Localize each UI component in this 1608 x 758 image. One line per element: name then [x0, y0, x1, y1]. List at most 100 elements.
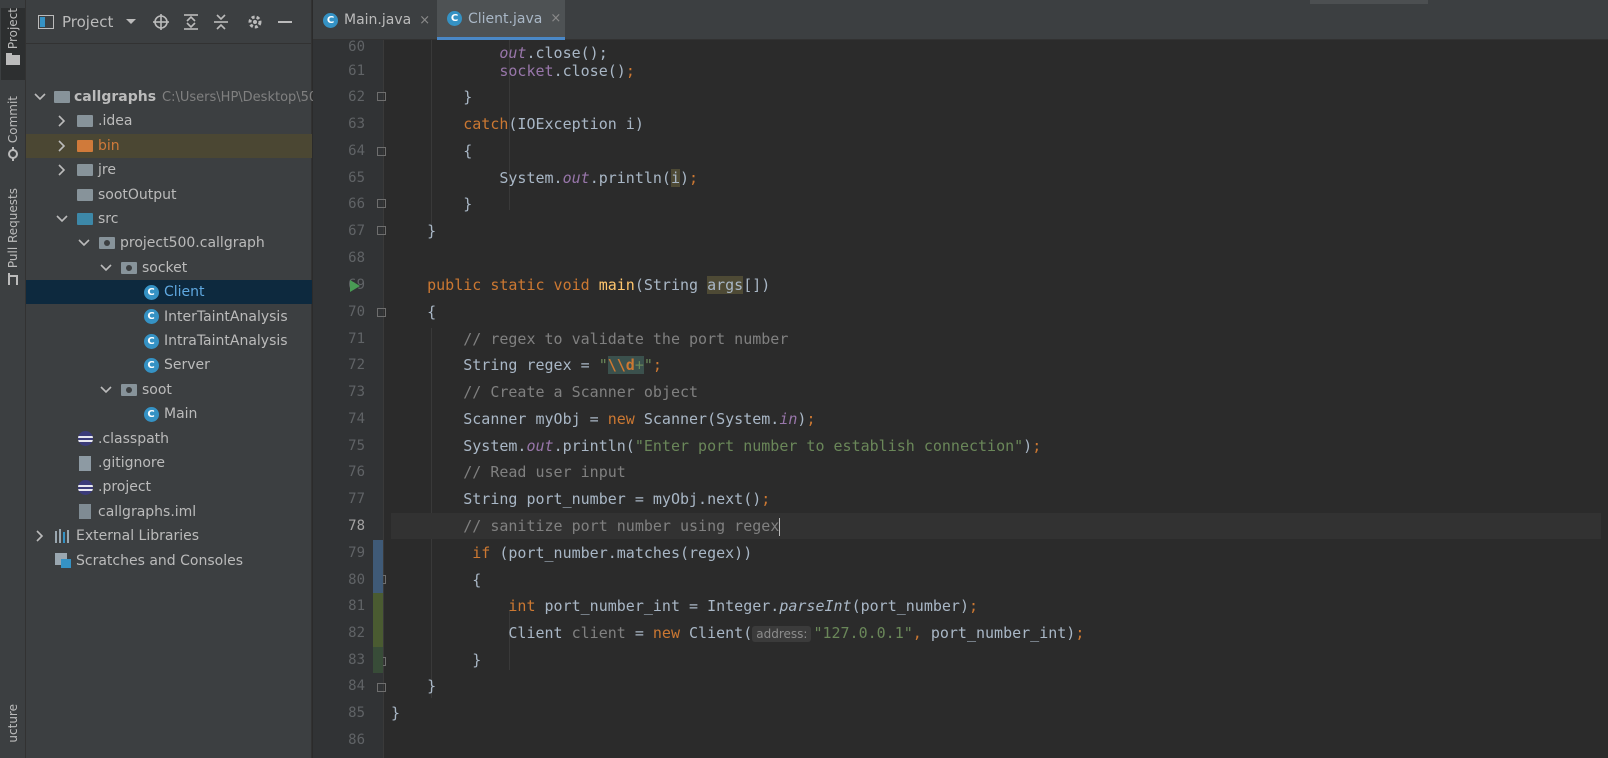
- tree-item-intrataintanalysis[interactable]: C IntraTaintAnalysis: [26, 329, 312, 353]
- vcs-modified-marker[interactable]: [373, 540, 383, 593]
- tree-item-label: src: [98, 211, 119, 227]
- tree-item-src[interactable]: src: [26, 207, 312, 231]
- code-line-71: // regex to validate the port number: [463, 330, 789, 348]
- tree-item-classpath[interactable]: .classpath: [26, 427, 312, 451]
- chevron-down-icon[interactable]: [100, 386, 112, 394]
- line-number: 80: [348, 572, 365, 588]
- scratches-icon: [54, 553, 72, 569]
- search-field-edge: [1310, 0, 1428, 4]
- line-number: 68: [348, 250, 365, 266]
- class-icon: C: [142, 284, 160, 300]
- tree-item-external-libraries[interactable]: External Libraries: [26, 524, 312, 548]
- collapse-all-icon[interactable]: [213, 13, 229, 30]
- pull-requests-tool-tab[interactable]: Pull Requests: [1, 188, 25, 288]
- code-line-64: {: [463, 142, 473, 160]
- vcs-changed-marker[interactable]: [373, 593, 383, 647]
- fold-marker[interactable]: [377, 308, 386, 317]
- chevron-right-icon[interactable]: [56, 115, 68, 127]
- project-panel-title[interactable]: Project: [62, 13, 113, 31]
- vcs-added-marker[interactable]: [373, 647, 383, 673]
- line-number: 67: [348, 223, 365, 239]
- class-icon: C: [447, 11, 462, 26]
- tab-client-java[interactable]: C Client.java ×: [437, 0, 565, 40]
- minimize-icon[interactable]: [277, 14, 293, 30]
- code-line-82: Client client = new Client(address: "127.…: [508, 624, 1085, 642]
- code-line-84: }: [427, 677, 437, 695]
- folder-orange-icon: [76, 138, 94, 154]
- tree-item-socket[interactable]: socket: [26, 256, 312, 280]
- tree-item-soot[interactable]: soot: [26, 378, 312, 402]
- chevron-down-icon[interactable]: [123, 14, 139, 30]
- line-number: 79: [348, 545, 365, 561]
- chevron-down-icon[interactable]: [100, 264, 112, 272]
- line-number: 72: [348, 357, 365, 373]
- line-number: 66: [348, 196, 365, 212]
- commit-tool-tab[interactable]: Commit: [1, 96, 25, 166]
- tree-item-label: Client: [164, 284, 205, 301]
- code-line-74: Scanner myObj = new Scanner(System.in);: [463, 410, 816, 428]
- code-line-63: catch(IOException i): [463, 115, 644, 133]
- tree-item-label: External Libraries: [76, 528, 199, 545]
- code-line-72: String regex = "\\d+";: [463, 356, 662, 374]
- fold-marker[interactable]: [377, 147, 386, 156]
- chevron-right-icon[interactable]: [56, 164, 68, 176]
- chevron-down-icon[interactable]: [56, 215, 68, 223]
- tree-item-idea[interactable]: .idea: [26, 109, 312, 133]
- expand-all-icon[interactable]: [183, 13, 199, 30]
- text-caret: [779, 517, 781, 536]
- structure-tool-tab[interactable]: ucture: [1, 704, 25, 758]
- module-file-icon: [76, 504, 94, 520]
- package-icon: [98, 235, 116, 251]
- chevron-right-icon[interactable]: [56, 140, 68, 152]
- close-icon[interactable]: ×: [550, 11, 561, 26]
- line-number: 84: [348, 678, 365, 694]
- tree-item-label: Server: [164, 357, 210, 374]
- code-line-78: // sanitize port number using regex: [391, 513, 1601, 539]
- code-line-77: String port_number = myObj.next();: [463, 490, 771, 508]
- tree-item-sootoutput[interactable]: sootOutput: [26, 183, 312, 207]
- commit-tool-label: Commit: [6, 96, 20, 144]
- fold-marker[interactable]: [377, 226, 386, 235]
- tree-item-bin[interactable]: bin: [26, 133, 312, 158]
- fold-marker[interactable]: [377, 683, 386, 692]
- class-icon: C: [323, 12, 338, 28]
- tree-item-label: callgraphs.iml: [98, 503, 197, 520]
- code-editor[interactable]: 60 61 62 63 64 65 66 67 68 69 70 71 72 73 74 75 76 77 78 79…: [313, 40, 1608, 758]
- tree-item-project500-callgraph[interactable]: project500.callgraph: [26, 231, 312, 255]
- tree-item-callgraphs-iml[interactable]: callgraphs.iml: [26, 500, 312, 524]
- tree-item-label: jre: [98, 162, 116, 179]
- project-toolbar: Project: [26, 0, 311, 44]
- close-icon[interactable]: ×: [419, 13, 430, 28]
- locate-icon[interactable]: [153, 13, 170, 30]
- code-line-66: }: [463, 195, 473, 213]
- run-icon[interactable]: [350, 280, 360, 292]
- pull-request-icon: [8, 273, 18, 286]
- code-line-67: }: [427, 222, 437, 240]
- tree-item-jre[interactable]: jre: [26, 158, 312, 182]
- tree-item-main[interactable]: C Main: [26, 402, 312, 426]
- tree-item-label: Main: [164, 406, 198, 423]
- fold-marker[interactable]: [377, 92, 386, 101]
- project-tool-tab[interactable]: Project: [1, 8, 25, 80]
- line-number: 86: [348, 732, 365, 748]
- tool-window-strip: Project Commit Pull Requests ucture: [0, 0, 26, 758]
- class-icon: C: [142, 406, 160, 422]
- chevron-down-icon[interactable]: [34, 93, 46, 101]
- chevron-down-icon[interactable]: [78, 239, 90, 247]
- tree-item-project[interactable]: .project: [26, 475, 312, 499]
- tree-item-client[interactable]: C Client: [26, 280, 312, 305]
- chevron-right-icon[interactable]: [34, 530, 46, 542]
- tree-item-gitignore[interactable]: .gitignore: [26, 451, 312, 475]
- line-number: 85: [348, 705, 365, 721]
- tab-main-java[interactable]: C Main.java ×: [313, 0, 435, 40]
- line-number: 83: [348, 652, 365, 668]
- tree-item-intertaintanalysis[interactable]: C InterTaintAnalysis: [26, 305, 312, 329]
- code-line-79: if (port_number.matches(regex)): [472, 544, 753, 562]
- tree-item-server[interactable]: C Server: [26, 353, 312, 377]
- gear-icon[interactable]: [247, 14, 263, 30]
- eclipse-icon: [76, 431, 94, 447]
- tree-item-scratches-and-consoles[interactable]: Scratches and Consoles: [26, 549, 312, 573]
- structure-tool-label: ucture: [6, 704, 20, 743]
- fold-marker[interactable]: [377, 199, 386, 208]
- tree-item-callgraphs[interactable]: callgraphs C:\Users\HP\Desktop\50: [26, 85, 317, 109]
